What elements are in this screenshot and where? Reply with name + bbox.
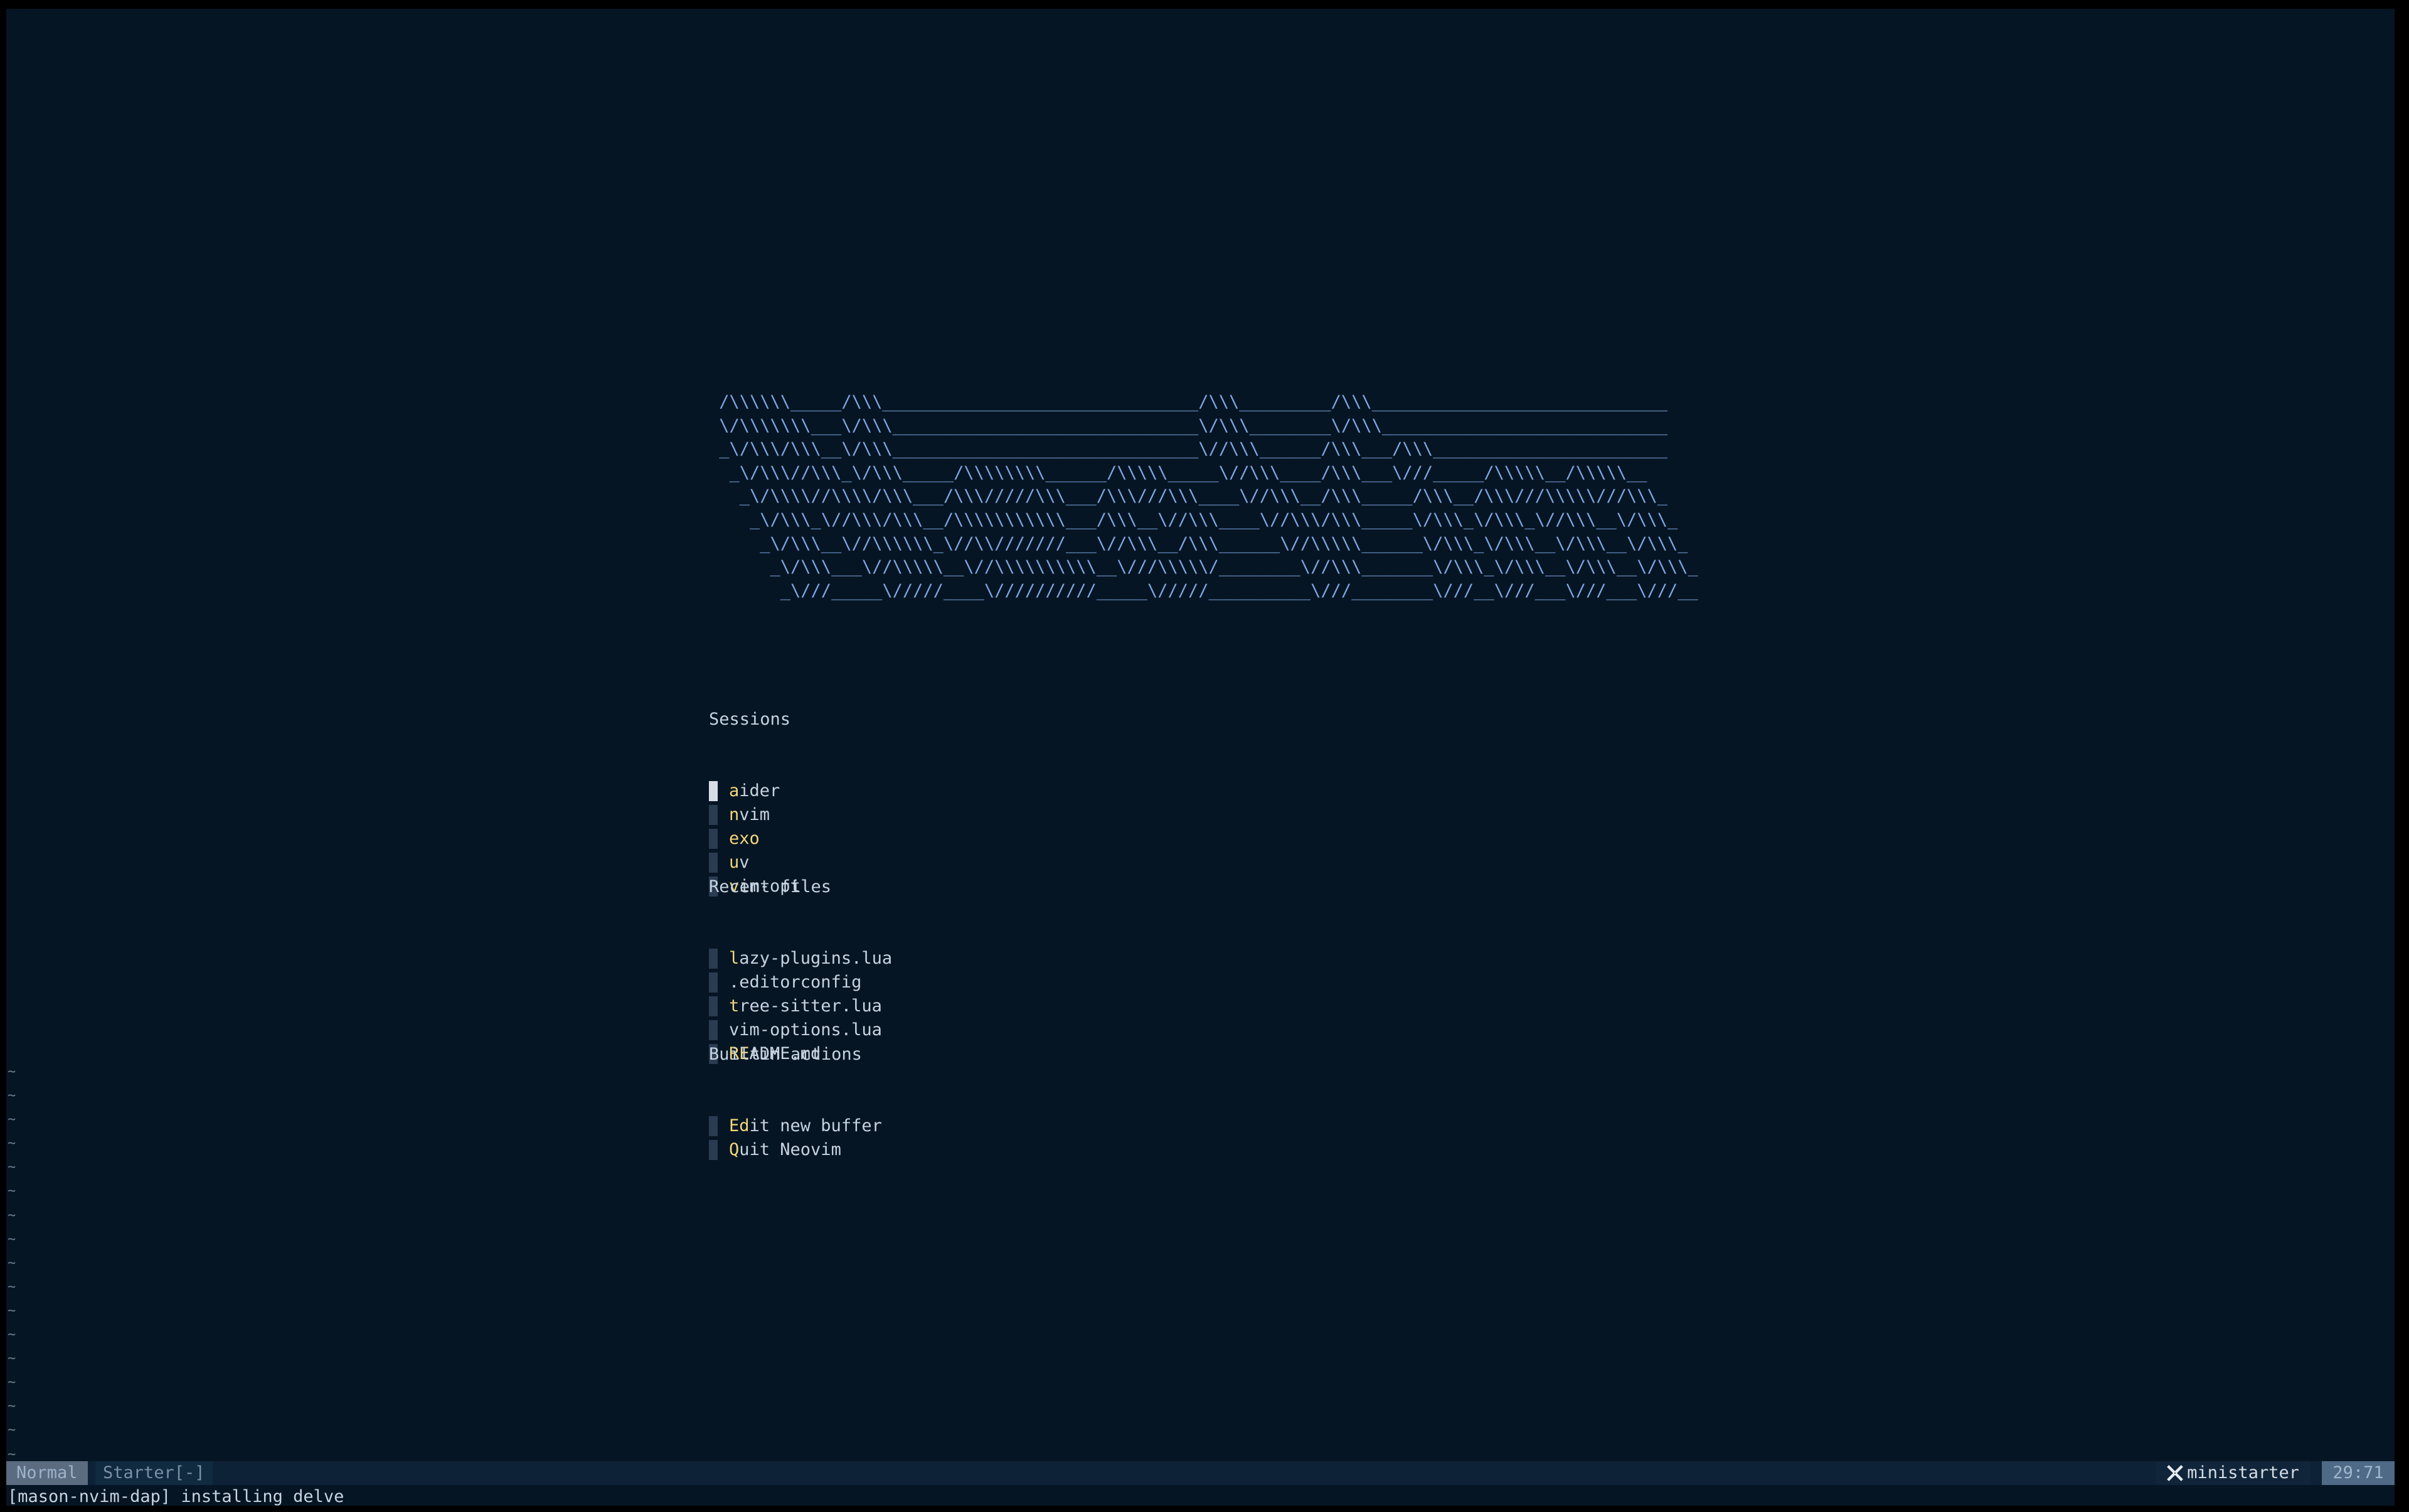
buffer-name: Starter[-] <box>95 1461 213 1485</box>
item-label: uit Neovim <box>739 1140 841 1159</box>
terminal-window: /\\\\\\_____/\\\________________________… <box>6 9 2395 1506</box>
item-label: it new buffer <box>749 1116 882 1136</box>
item-query-prefix: n <box>729 805 740 824</box>
ministarter-buffer: /\\\\\\_____/\\\________________________… <box>709 9 2089 1160</box>
item-marker <box>709 972 718 993</box>
recent-item[interactable]: lazy-plugins.lua <box>709 947 892 971</box>
item-marker <box>709 805 718 825</box>
command-line-message: [mason-nvim-dap] installing delve <box>8 1487 344 1506</box>
builtin-actions-section: Builtin actions Edit new buffer Quit Neov… <box>709 995 882 1210</box>
mode-indicator: Normal <box>6 1461 88 1485</box>
item-label: vim <box>739 805 770 824</box>
empty-line-markers: ~ ~ ~ ~ ~ ~ ~ ~ ~ ~ ~ ~ ~ ~ ~ ~ ~ <box>8 1064 16 1462</box>
filetype-label: ministarter <box>2187 1463 2299 1483</box>
item-marker <box>709 1116 718 1136</box>
filetype-indicator: ministarter <box>2156 1461 2311 1485</box>
item-query-prefix: Q <box>729 1140 740 1159</box>
builtin-item[interactable]: Edit new buffer <box>709 1114 882 1138</box>
item-query-prefix: Ed <box>729 1116 750 1136</box>
sessions-item[interactable]: aider <box>709 779 800 803</box>
recent-files-title: Recent files <box>709 877 832 897</box>
recent-item[interactable]: .editorconfig <box>709 971 892 994</box>
item-marker <box>709 1140 718 1160</box>
item-query-prefix: l <box>729 949 740 968</box>
item-query-prefix: a <box>729 781 740 801</box>
item-label: .editorconfig <box>729 972 862 992</box>
sessions-title: Sessions <box>709 710 791 729</box>
builtin-actions-title: Builtin actions <box>709 1045 862 1064</box>
item-marker <box>709 781 718 801</box>
cursor-location: 29:71 <box>2322 1461 2395 1485</box>
sessions-item[interactable]: nvim <box>709 803 800 827</box>
item-label: azy-plugins.lua <box>739 949 893 968</box>
item-label: ider <box>739 781 780 801</box>
statusline: Normal Starter[-] ministarter 29:71 <box>6 1461 2395 1485</box>
item-marker <box>709 949 718 969</box>
ascii-banner: /\\\\\\_____/\\\________________________… <box>719 392 1698 600</box>
builtin-item[interactable]: Quit Neovim <box>709 1138 882 1162</box>
ministarter-icon <box>2167 1465 2184 1481</box>
